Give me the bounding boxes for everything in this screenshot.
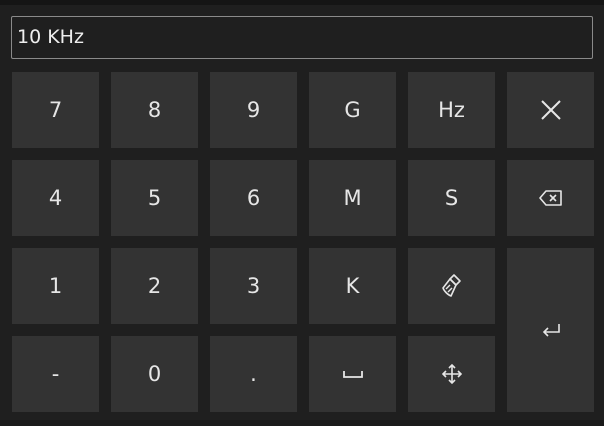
backspace-icon: [538, 190, 562, 206]
backspace-button[interactable]: [507, 160, 594, 236]
key-3[interactable]: 3: [210, 248, 297, 324]
key-hz[interactable]: Hz: [408, 72, 495, 148]
key-dot[interactable]: .: [210, 336, 297, 412]
enter-button[interactable]: [507, 248, 594, 412]
bottom-edge: [0, 420, 604, 426]
space-icon: [342, 371, 363, 378]
key-mega[interactable]: M: [309, 160, 396, 236]
key-6[interactable]: 6: [210, 160, 297, 236]
key-minus[interactable]: -: [12, 336, 99, 412]
close-icon: [540, 100, 561, 120]
key-9[interactable]: 9: [210, 72, 297, 148]
enter-icon: [542, 324, 560, 337]
key-8[interactable]: 8: [111, 72, 198, 148]
value-input[interactable]: 10 KHz: [11, 16, 593, 59]
close-button[interactable]: [507, 72, 594, 148]
key-0[interactable]: 0: [111, 336, 198, 412]
key-4[interactable]: 4: [12, 160, 99, 236]
key-giga[interactable]: G: [309, 72, 396, 148]
key-kilo[interactable]: K: [309, 248, 396, 324]
key-7[interactable]: 7: [12, 72, 99, 148]
key-2[interactable]: 2: [111, 248, 198, 324]
move-icon: [441, 363, 462, 385]
key-s[interactable]: S: [408, 160, 495, 236]
move-button[interactable]: [408, 336, 495, 412]
broom-icon: [441, 274, 461, 297]
key-1[interactable]: 1: [12, 248, 99, 324]
clear-button[interactable]: [408, 248, 495, 324]
space-button[interactable]: [309, 336, 396, 412]
top-edge: [0, 0, 604, 5]
key-5[interactable]: 5: [111, 160, 198, 236]
